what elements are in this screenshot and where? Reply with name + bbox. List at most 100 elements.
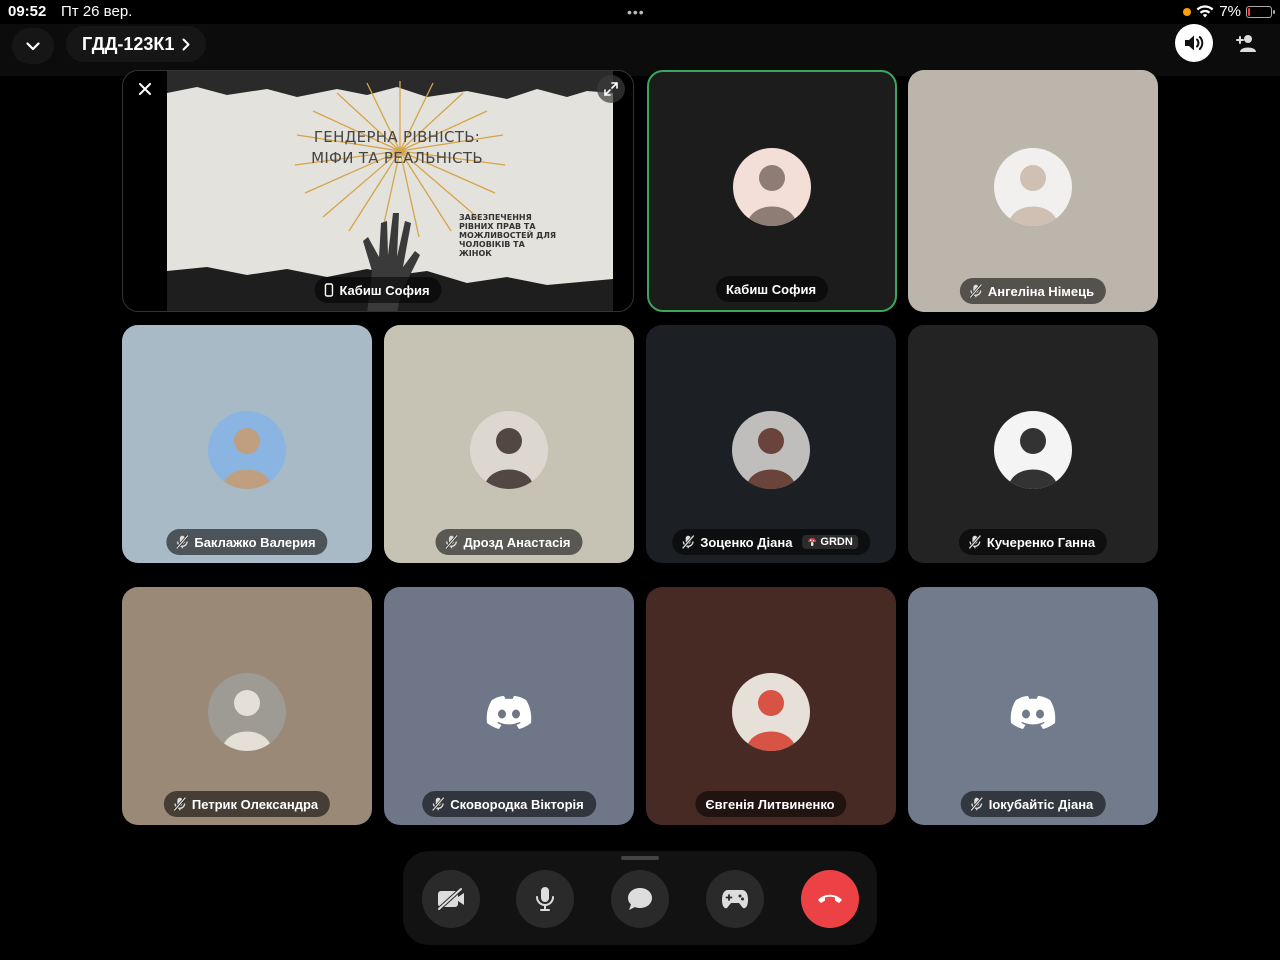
gamepad-icon — [722, 890, 748, 909]
chevron-right-icon — [182, 38, 190, 50]
participant-name: Зоценко Діана — [700, 534, 793, 550]
avatar-photo — [208, 673, 286, 751]
participant-name: Євгенія Литвиненко — [705, 796, 835, 812]
avatar — [733, 148, 811, 226]
participant-name: Кучеренко Ганна — [986, 534, 1096, 550]
speaker-button[interactable] — [1175, 24, 1213, 62]
server-tag-text: GRDN — [820, 536, 853, 548]
participant-label: Євгенія Литвиненко — [695, 791, 847, 817]
avatar-photo — [733, 148, 811, 226]
multitasking-dots[interactable]: ••• — [627, 4, 645, 20]
battery-percent: 7% — [1219, 3, 1241, 20]
avatar — [732, 411, 810, 489]
participant-label: Зоценко Діана GRDN — [672, 529, 870, 555]
default-avatar — [470, 673, 548, 751]
slide-subtitle: ЗАБЕЗПЕЧЕННЯ РІВНИХ ПРАВ ТА МОЖЛИВОСТЕЙ … — [459, 213, 556, 258]
close-icon — [139, 83, 151, 95]
avatar — [994, 148, 1072, 226]
status-date: Пт 26 вер. — [61, 3, 133, 20]
participant-tile[interactable]: Дрозд Анастасія — [384, 325, 634, 563]
participant-tile[interactable]: Євгенія Литвиненко — [646, 587, 896, 825]
activities-button[interactable] — [706, 870, 764, 928]
slide-illustration — [167, 71, 613, 311]
participant-name: Сковородка Вікторія — [450, 796, 584, 812]
avatar — [208, 411, 286, 489]
avatar-photo — [732, 673, 810, 751]
participant-label: Дрозд Анастасія — [435, 529, 583, 555]
screenshare-tile[interactable]: ГЕНДЕРНА РІВНІСТЬ: МІФИ ТА РЕАЛЬНІСТЬ ЗА… — [122, 70, 634, 312]
mic-muted-icon — [432, 797, 445, 811]
screenshare-owner: Кабиш София — [339, 282, 430, 298]
call-controls — [403, 851, 877, 945]
participant-label: Іокубайтіс Діана — [960, 791, 1106, 817]
chevron-down-icon — [26, 41, 40, 50]
participant-tile[interactable]: Петрик Олександра — [122, 587, 372, 825]
shared-slide: ГЕНДЕРНА РІВНІСТЬ: МІФИ ТА РЕАЛЬНІСТЬ ЗА… — [167, 71, 613, 311]
avatar-photo — [994, 148, 1072, 226]
add-user-button[interactable] — [1230, 26, 1264, 60]
hang-up-icon — [818, 894, 842, 903]
avatar — [470, 411, 548, 489]
avatar — [994, 411, 1072, 489]
participant-label: Кабиш София — [715, 276, 829, 302]
avatar-photo — [208, 411, 286, 489]
mic-muted-icon — [968, 535, 981, 549]
add-user-icon — [1236, 35, 1256, 52]
participant-name: Кабиш София — [725, 281, 817, 297]
participant-name: Дрозд Анастасія — [463, 534, 571, 550]
status-time: 09:52 — [8, 3, 47, 20]
mic-indicator-icon — [1183, 7, 1192, 16]
mic-muted-icon — [970, 797, 983, 811]
discord-logo-icon — [1010, 696, 1056, 729]
mic-muted-icon — [969, 284, 982, 298]
mic-muted-icon — [445, 535, 458, 549]
microphone-icon — [536, 887, 554, 911]
channel-name: ГДД-123К1 — [82, 33, 175, 54]
participant-tile[interactable]: Кучеренко Ганна — [908, 325, 1158, 563]
avatar-photo — [994, 411, 1072, 489]
camera-off-icon — [437, 887, 464, 911]
expand-screenshare-button[interactable] — [597, 75, 625, 103]
participant-tile[interactable]: Зоценко Діана GRDN — [646, 325, 896, 563]
avatar — [732, 673, 810, 751]
status-bar: 09:52 Пт 26 вер. ••• 7% — [0, 0, 1280, 24]
close-screenshare-button[interactable] — [135, 79, 155, 99]
mic-muted-icon — [682, 535, 695, 549]
avatar-photo — [732, 411, 810, 489]
channel-name-button[interactable]: ГДД-123К1 — [66, 26, 207, 62]
default-avatar — [994, 673, 1072, 751]
participant-tile[interactable]: Баклажко Валерия — [122, 325, 372, 563]
chat-icon — [628, 888, 652, 910]
participant-label: Петрик Олександра — [163, 791, 331, 817]
collapse-button[interactable] — [12, 28, 54, 64]
speaker-icon — [1185, 35, 1204, 51]
participant-name: Іокубайтіс Діана — [988, 796, 1094, 812]
participant-name: Баклажко Валерия — [194, 534, 316, 550]
dock-handle[interactable] — [621, 856, 659, 860]
slide-title: ГЕНДЕРНА РІВНІСТЬ: МІФИ ТА РЕАЛЬНІСТЬ — [311, 128, 483, 167]
microphone-button[interactable] — [516, 870, 574, 928]
battery-icon — [1246, 5, 1275, 18]
leave-call-button[interactable] — [801, 870, 859, 928]
participant-label: Ангеліна Німець — [959, 278, 1107, 304]
mic-muted-icon — [176, 535, 189, 549]
mic-muted-icon — [173, 797, 186, 811]
participant-label: Кучеренко Ганна — [958, 529, 1108, 555]
participant-tile[interactable]: Сковородка Вікторія — [384, 587, 634, 825]
participant-tile[interactable]: Іокубайтіс Діана — [908, 587, 1158, 825]
participant-tile[interactable]: Ангеліна Німець — [908, 70, 1158, 312]
participant-label: Сковородка Вікторія — [422, 791, 596, 817]
phone-icon — [324, 283, 334, 297]
camera-off-button[interactable] — [422, 870, 480, 928]
mushroom-icon — [808, 538, 817, 546]
participant-name: Ангеліна Німець — [987, 283, 1095, 299]
call-header: ГДД-123К1 — [0, 24, 1280, 76]
wifi-icon — [1196, 5, 1214, 18]
screenshare-label: Кабиш София — [314, 277, 442, 303]
server-tag: GRDN — [802, 535, 858, 549]
participant-tile[interactable]: Кабиш София — [647, 70, 897, 312]
avatar — [208, 673, 286, 751]
participant-label: Баклажко Валерия — [166, 529, 328, 555]
chat-button[interactable] — [611, 870, 669, 928]
participant-name: Петрик Олександра — [191, 796, 319, 812]
